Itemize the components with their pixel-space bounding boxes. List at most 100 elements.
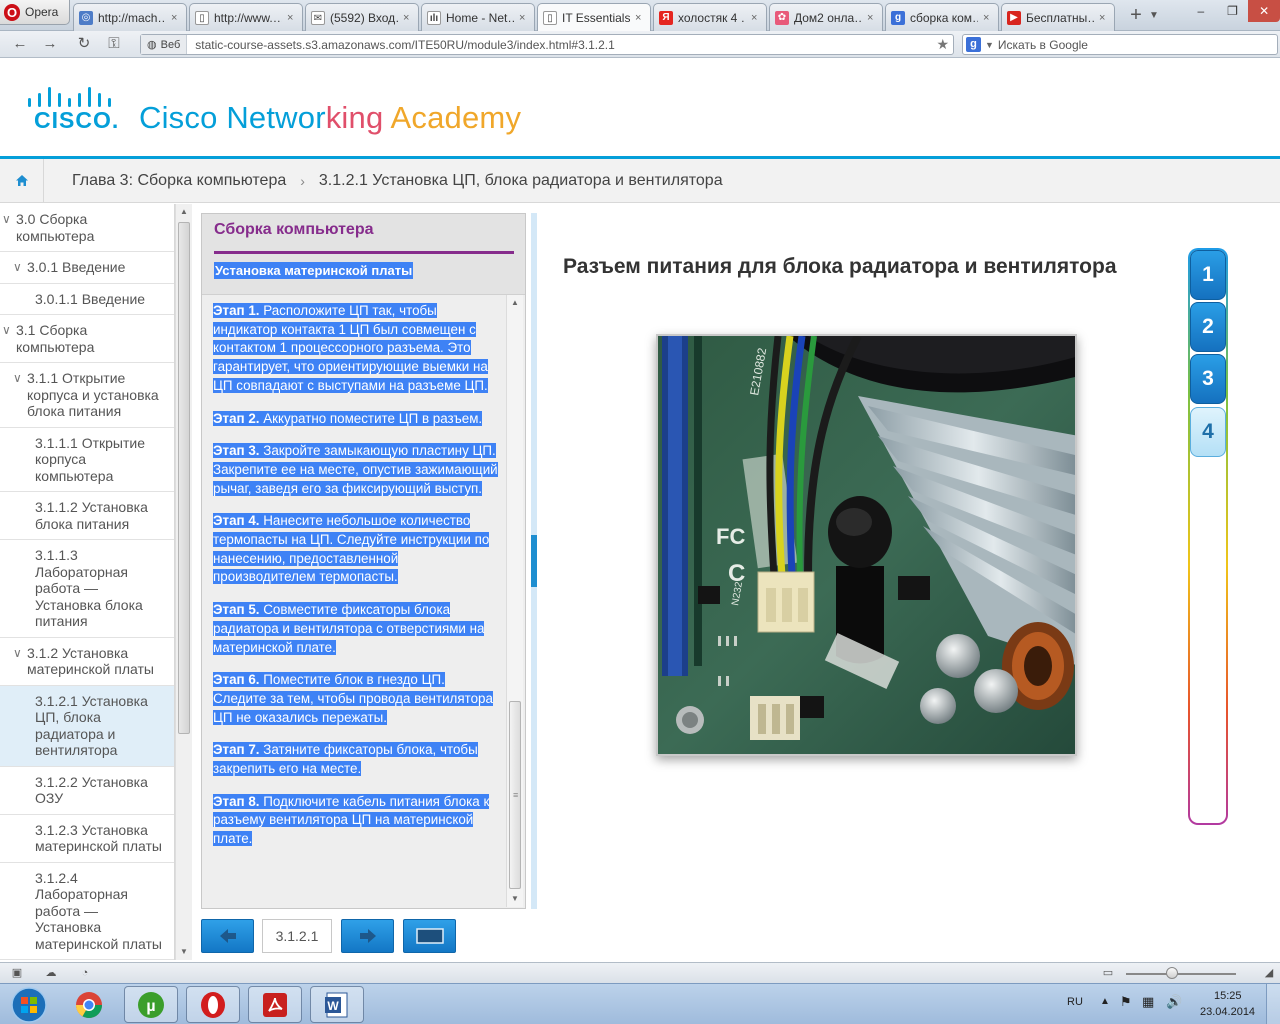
browser-tab[interactable]: ▯ http://www.… × [189, 3, 303, 31]
minimize-icon[interactable]: – [1185, 0, 1217, 22]
taskbar-acrobat[interactable] [248, 986, 302, 1023]
chevron-down-icon[interactable]: ∨ [13, 645, 23, 678]
toc-item-label: 3.1.2.4 Лабораторная работа — Установка … [35, 869, 162, 952]
toc-item[interactable]: 3.1.1.1 Открытие корпуса компьютера [0, 428, 174, 492]
toc-item-label: 3.1.2.2 Установка ОЗУ [35, 773, 148, 807]
taskbar-word[interactable]: W [310, 986, 364, 1023]
toc-item[interactable]: 3.1.1.3 Лабораторная работа — Установка … [0, 540, 174, 638]
steps-scrollbar[interactable]: ▲ ≡ ▼ [506, 295, 523, 907]
browser-tab[interactable]: Яхолостяк 4 … × [653, 3, 767, 31]
toc-item[interactable]: 3.0.1.1 Введение [0, 284, 174, 315]
web-badge[interactable]: ◍ Веб [141, 35, 188, 54]
toc-item[interactable]: ∨ 3.1.1 Открытие корпуса и установка блок… [0, 363, 174, 428]
next-page-button[interactable] [341, 919, 394, 953]
clock-time[interactable]: 15:25 [1214, 990, 1242, 1002]
action-center-icon[interactable]: ⚑ [1120, 994, 1132, 1010]
tab-close-icon[interactable]: × [287, 12, 297, 24]
network-icon[interactable]: ▦ [1142, 994, 1154, 1010]
bookmark-star-icon[interactable]: ★ [936, 36, 953, 53]
breadcrumb-chapter[interactable]: Глава 3: Сборка компьютера [44, 172, 286, 190]
chevron-down-icon[interactable]: ∨ [13, 370, 23, 420]
slide-2-button[interactable]: 2 [1190, 302, 1226, 352]
taskbar-utorrent[interactable]: µ [124, 986, 178, 1023]
zoom-slider-knob[interactable] [1166, 967, 1178, 979]
tab-close-icon[interactable]: × [171, 12, 181, 24]
new-tab-icon[interactable]: + [1123, 3, 1149, 29]
resize-handle-mark[interactable] [531, 535, 537, 587]
browser-tab[interactable]: ✿ Дом2 онла… × [769, 3, 883, 31]
slide-1-button[interactable]: 1 [1190, 250, 1226, 300]
zoom-slider-track[interactable] [1126, 973, 1236, 975]
volume-icon[interactable]: 🔊 [1166, 994, 1182, 1010]
forward-icon[interactable]: → [40, 36, 60, 52]
toc-scroll-thumb[interactable] [178, 222, 190, 734]
previous-page-button[interactable] [201, 919, 254, 953]
steps-scroll-thumb[interactable]: ≡ [509, 701, 521, 889]
tab-close-icon[interactable]: × [1099, 12, 1109, 24]
key-icon[interactable]: ⚿ [104, 36, 124, 52]
tab-close-icon[interactable]: × [403, 12, 413, 24]
scroll-down-icon[interactable]: ▼ [507, 891, 523, 907]
panel-resize-handle[interactable] [531, 213, 537, 909]
tab-list-icon[interactable]: ▼ [1149, 3, 1169, 31]
tab-close-icon[interactable]: × [867, 12, 877, 24]
toc-item[interactable]: ∨ 3.1.2 Установка материнской платы [0, 638, 174, 686]
maximize-icon[interactable]: ❐ [1217, 0, 1249, 22]
speed-dial-icon[interactable]: ◔ [78, 966, 92, 980]
tab-close-icon[interactable]: × [519, 12, 529, 24]
scroll-down-icon[interactable]: ▼ [176, 944, 192, 960]
cloud-icon[interactable]: ☁ [44, 966, 58, 980]
opera-menu-button[interactable]: O Opera [0, 0, 70, 25]
toc-item[interactable]: 3.1.2.1 Установка ЦП, блока радиатора и … [0, 685, 174, 767]
panel-title: Сборка компьютера [214, 221, 374, 238]
browser-tab[interactable]: ◎ http://mach… × [73, 3, 187, 31]
taskbar-opera[interactable] [186, 986, 240, 1023]
steps-scroll-area[interactable]: Этап 1. Расположите ЦП так, чтобы индика… [202, 294, 525, 908]
tab-close-icon[interactable]: × [983, 12, 993, 24]
browser-tab[interactable]: ✉ (5592) Вход… × [305, 3, 419, 31]
tab-close-icon[interactable]: × [751, 12, 761, 24]
home-button[interactable] [0, 158, 44, 203]
slide-4-button[interactable]: 4 [1190, 407, 1226, 457]
browser-tab[interactable]: g сборка ком… × [885, 3, 999, 31]
start-button[interactable] [4, 984, 54, 1024]
step-text-selection: Этап 5. Совместите фиксаторы блока радиа… [213, 602, 485, 655]
language-indicator[interactable]: RU [1067, 996, 1083, 1008]
utorrent-icon: µ [138, 991, 164, 1018]
toc-item[interactable]: ∨ 3.0 Сборка компьютера [0, 204, 174, 252]
cisco-icon: ılı [427, 10, 441, 25]
search-engine-dropdown-icon[interactable]: ▼ [985, 40, 994, 50]
close-window-icon[interactable]: ✕ [1248, 0, 1280, 22]
taskbar-chrome[interactable] [62, 986, 116, 1023]
breadcrumb-current: 3.1.2.1 Установка ЦП, блока радиатора и … [318, 171, 723, 189]
browser-tab[interactable]: ılı Home - Net… × [421, 3, 535, 31]
toc-item[interactable]: 3.1.2.4 Лабораторная работа — Установка … [0, 863, 174, 960]
search-field[interactable]: g ▼ Искать в Google [962, 34, 1278, 55]
toc-item[interactable]: ∨ 3.0.1 Введение [0, 252, 174, 284]
back-icon[interactable]: ← [10, 36, 30, 52]
toc-item[interactable]: 3.1.1.2 Установка блока питания [0, 492, 174, 540]
chevron-down-icon[interactable]: ∨ [2, 211, 12, 244]
reload-icon[interactable]: ↻ [74, 36, 94, 52]
chevron-down-icon[interactable]: ∨ [13, 259, 23, 276]
slide-3-button[interactable]: 3 [1190, 354, 1226, 404]
scroll-up-icon[interactable]: ▲ [507, 295, 523, 311]
toc-item[interactable]: 3.1.2.2 Установка ОЗУ [0, 767, 174, 815]
scroll-up-icon[interactable]: ▲ [176, 204, 192, 220]
url-text[interactable]: static-course-assets.s3.amazonaws.com/IT… [187, 38, 936, 52]
view-icon[interactable]: ▭ [1101, 966, 1115, 980]
browser-tab[interactable]: ▶ Бесплатны… × [1001, 3, 1115, 31]
tray-expand-icon[interactable]: ▲ [1100, 996, 1110, 1007]
resize-grip-icon[interactable]: ◢ [1262, 966, 1276, 980]
clock-date[interactable]: 23.04.2014 [1200, 1006, 1255, 1018]
tab-close-icon[interactable]: × [635, 12, 645, 24]
address-field[interactable]: ◍ Веб static-course-assets.s3.amazonaws.… [140, 34, 954, 55]
browser-tab[interactable]: ▯ IT Essentials × [537, 3, 651, 31]
chevron-down-icon[interactable]: ∨ [2, 322, 12, 355]
toc-item[interactable]: ∨ 3.1 Сборка компьютера [0, 315, 174, 363]
toc-item[interactable]: 3.1.2.3 Установка материнской платы [0, 815, 174, 863]
show-desktop-button[interactable] [1266, 984, 1280, 1024]
toc-scrollbar[interactable]: ▲ ▼ [175, 204, 192, 960]
fullscreen-button[interactable] [403, 919, 456, 953]
panel-toggle-icon[interactable]: ▣ [10, 966, 24, 980]
